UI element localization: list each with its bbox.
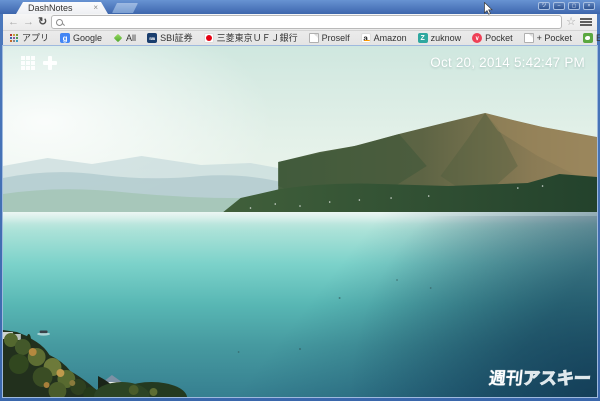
watermark-solid-text: 週刊 <box>487 369 524 388</box>
tab-title: DashNotes <box>28 3 73 13</box>
minimize-button[interactable]: – <box>553 2 565 10</box>
bookmark-proself[interactable]: Proself <box>308 32 350 44</box>
restore-button[interactable]: ▢ <box>568 2 580 10</box>
mouse-cursor-icon <box>484 2 493 15</box>
pocket-favicon: ∨ <box>472 33 483 43</box>
tab-dashnotes[interactable]: DashNotes × <box>16 2 108 14</box>
bookmark-evernote[interactable]: Evernote <box>582 32 600 44</box>
bookmark-plus-pocket[interactable]: + Pocket <box>523 32 572 44</box>
close-button[interactable]: × <box>583 2 595 10</box>
bookmark-sbi[interactable]: SBI SBI証券 <box>147 32 193 44</box>
evernote-elephant-favicon <box>582 33 593 43</box>
mufg-red-circle-favicon <box>203 33 214 43</box>
title-bar: DashNotes × ツ – ▢ × <box>0 0 600 15</box>
all-green-gem-favicon <box>113 33 123 43</box>
bookmark-mufg[interactable]: 三菱東京ＵＦＪ銀行 <box>203 32 298 44</box>
amazon-favicon: a <box>360 33 371 43</box>
zuknow-favicon: Z <box>417 33 428 43</box>
bookmark-pocket[interactable]: ∨ Pocket <box>472 32 513 44</box>
window-controls: ツ – ▢ × <box>538 2 595 10</box>
new-tab-button[interactable] <box>112 3 138 13</box>
add-note-plus-icon[interactable] <box>43 56 57 70</box>
dashboard-grid-icon[interactable] <box>21 56 35 70</box>
page-favicon <box>523 33 534 43</box>
forward-icon[interactable]: → <box>23 15 34 29</box>
omnibox[interactable] <box>51 15 563 29</box>
clock-display: Oct 20, 2014 5:42:47 PM <box>430 55 585 70</box>
bookmark-google[interactable]: g Google <box>60 32 102 44</box>
reload-icon[interactable]: ↻ <box>38 15 47 29</box>
bookmark-all[interactable]: All <box>113 32 136 44</box>
extra-window-button[interactable]: ツ <box>538 2 550 10</box>
page-favicon <box>308 33 319 43</box>
sbi-favicon: SBI <box>147 33 158 43</box>
bookmark-apps[interactable]: アプリ <box>9 32 49 44</box>
lake-mountain-background-photo <box>3 46 597 397</box>
google-favicon: g <box>60 33 71 43</box>
bookmarks-bar: アプリ g Google All SBI SBI証券 三菱東京ＵＦＪ銀行 Pro… <box>3 31 600 46</box>
dashnotes-dashboard: Oct 20, 2014 5:42:47 PM 週刊アスキー <box>3 46 597 397</box>
bookmark-amazon[interactable]: a Amazon <box>360 32 407 44</box>
browser-window: DashNotes × ツ – ▢ × ← → ↻ ☆ アプリ g Google… <box>0 0 600 401</box>
chrome-menu-icon[interactable] <box>580 18 592 26</box>
bookmark-zuknow[interactable]: Z zuknow <box>417 32 461 44</box>
weekly-ascii-watermark: 週刊アスキー <box>488 364 593 389</box>
window-frame: ← → ↻ ☆ アプリ g Google All SBI SBI証券 三菱東京Ｕ… <box>0 14 600 401</box>
bookmark-star-icon[interactable]: ☆ <box>566 16 576 28</box>
tab-close-icon[interactable]: × <box>93 3 108 13</box>
watermark-outline-text: アスキー <box>521 368 592 388</box>
apps-grid-favicon <box>9 33 19 43</box>
navigation-toolbar: ← → ↻ ☆ <box>3 14 597 31</box>
search-icon <box>56 18 64 26</box>
omnibox-input[interactable] <box>66 17 558 27</box>
back-icon[interactable]: ← <box>8 15 19 29</box>
